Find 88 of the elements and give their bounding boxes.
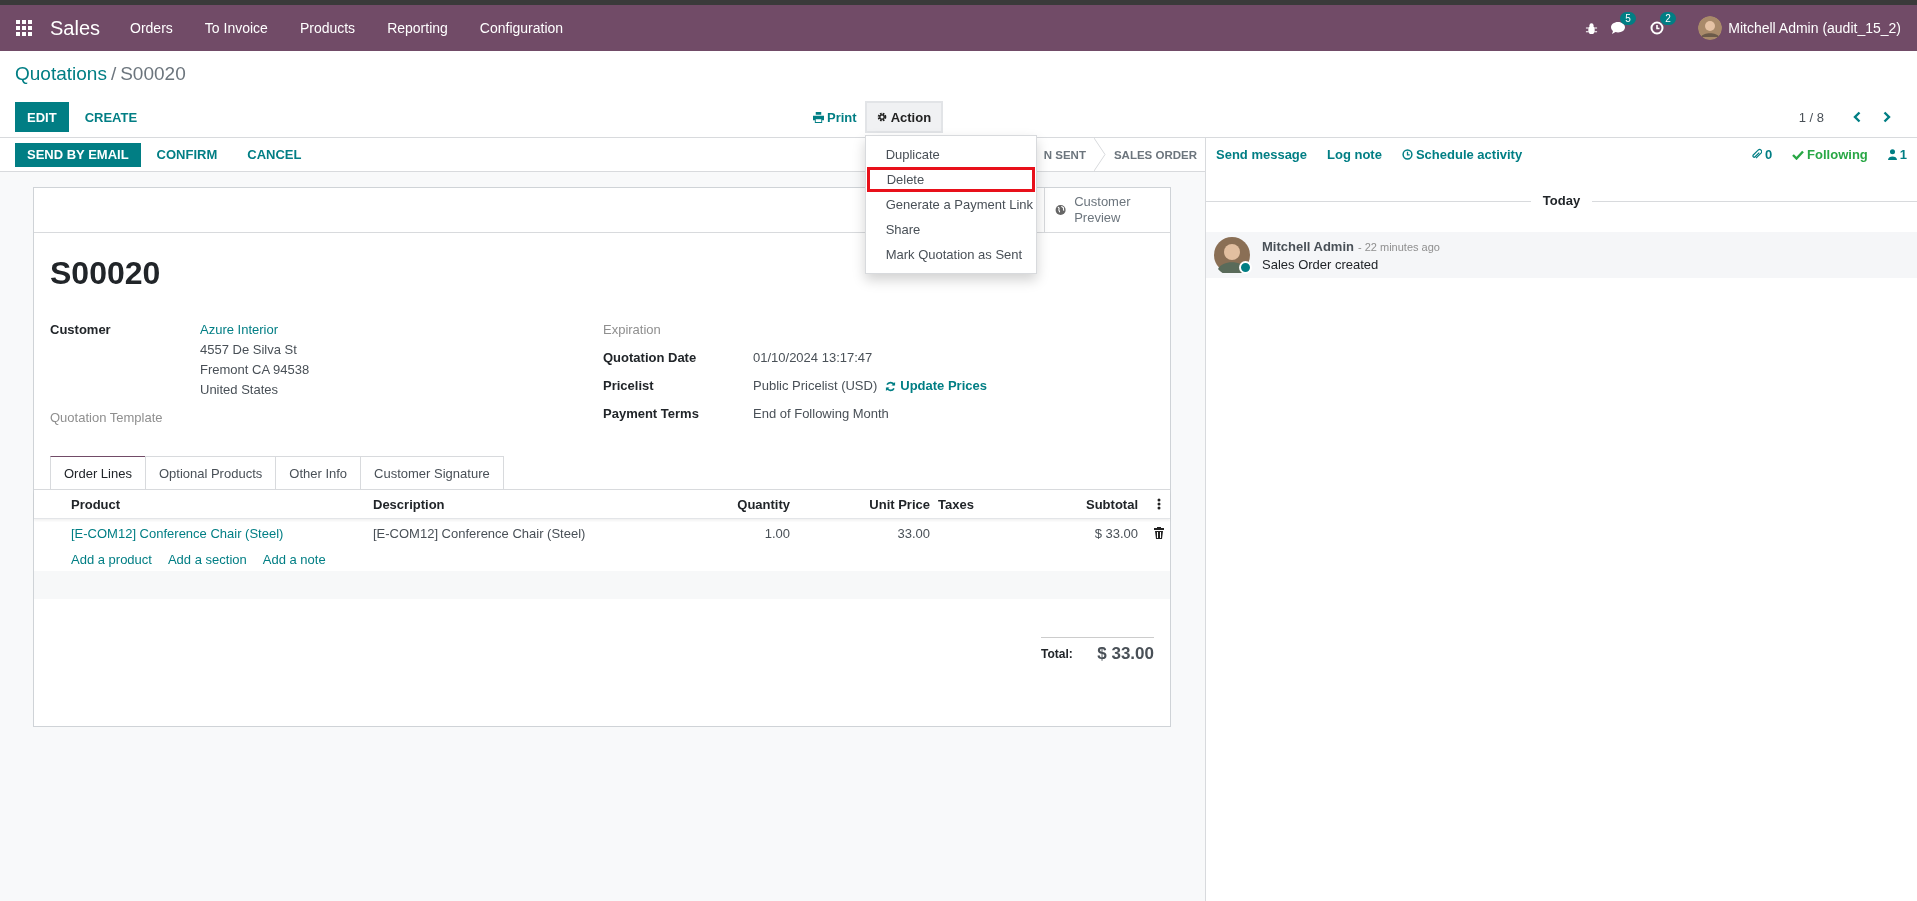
message-time: - 22 minutes ago xyxy=(1357,240,1440,253)
menu-item[interactable]: Products xyxy=(283,20,372,36)
field-label: Customer xyxy=(50,321,112,339)
column-header[interactable]: Subtotal xyxy=(1021,496,1146,512)
print-button[interactable]: Print xyxy=(813,109,857,125)
chat-icon[interactable] xyxy=(1610,21,1627,35)
table-cell-text: $ 33.00 xyxy=(1093,525,1139,541)
add-line-link[interactable]: Add a note xyxy=(262,551,326,567)
date-separator: Today xyxy=(1530,193,1593,209)
address-line: Fremont CA 94538 xyxy=(200,361,310,379)
clock-icon[interactable] xyxy=(1650,21,1665,35)
message-author: Mitchell Admin xyxy=(1262,238,1354,254)
dropdown-item[interactable]: Duplicate xyxy=(865,142,1036,167)
dropdown-item[interactable]: Delete xyxy=(866,167,1035,192)
check-icon xyxy=(1792,149,1805,160)
table-cell-text: 1.00 xyxy=(763,525,791,541)
menu-item[interactable]: Configuration xyxy=(463,20,580,36)
trash-icon[interactable] xyxy=(1154,527,1164,539)
apps-menu-icon[interactable] xyxy=(16,20,32,36)
user-icon xyxy=(1887,149,1897,160)
printer-icon xyxy=(813,111,824,123)
field-label: Quotation Template xyxy=(50,409,164,427)
followers-button[interactable]: 1 xyxy=(1887,147,1907,162)
field-value: End of Following Month xyxy=(753,405,889,423)
gear-icon xyxy=(876,112,887,122)
table-cell-text: 33.00 xyxy=(896,525,931,541)
menu-item[interactable]: Reporting xyxy=(371,20,464,36)
column-header[interactable]: Taxes xyxy=(938,496,1021,512)
notification-badge: 5 xyxy=(1620,12,1636,25)
field-label: Expiration xyxy=(603,321,662,339)
pager-value: 1 / 8 xyxy=(1798,109,1824,125)
stage-label[interactable]: N SENT xyxy=(1035,148,1094,161)
dropdown-item[interactable]: Share xyxy=(865,217,1036,242)
status-action-button[interactable]: SEND BY EMAIL xyxy=(15,142,141,167)
chatter-action[interactable]: Send message xyxy=(1216,147,1308,162)
status-action-button[interactable]: CONFIRM xyxy=(142,142,232,167)
clock-icon xyxy=(1401,149,1413,160)
breadcrumb-separator: / xyxy=(110,63,117,84)
total-value: $ 33.00 xyxy=(1097,644,1154,664)
notification-badge: 2 xyxy=(1660,12,1676,25)
add-line-link[interactable]: Add a product xyxy=(71,551,152,567)
customer-link[interactable]: Azure Interior xyxy=(200,320,310,340)
address-line: United States xyxy=(200,381,280,399)
avatar-icon xyxy=(1214,237,1250,273)
table-cell-text: [E-COM12] Conference Chair (Steel) xyxy=(71,525,285,541)
toolbar-button[interactable]: CREATE xyxy=(70,102,152,132)
breadcrumb-link[interactable]: Quotations xyxy=(15,63,107,84)
menu-item[interactable]: Orders xyxy=(114,20,189,36)
field-value: Public Pricelist (USD) xyxy=(753,377,878,395)
column-header[interactable]: Description xyxy=(373,496,681,512)
field-label: Quotation Date xyxy=(603,349,698,367)
attachments-button[interactable]: 0 xyxy=(1750,147,1773,162)
previous-icon[interactable] xyxy=(1852,111,1862,123)
toolbar-button[interactable]: EDIT xyxy=(15,102,69,132)
menu-item[interactable]: To Invoice xyxy=(188,20,284,36)
table-cell-text: [E-COM12] Conference Chair (Steel) xyxy=(373,525,587,541)
field-value: 01/10/2024 13:17:47 xyxy=(753,349,873,367)
dropdown-item[interactable]: Mark Quotation as Sent xyxy=(865,242,1036,267)
total-label: Total: xyxy=(1041,647,1073,661)
field-label: Pricelist xyxy=(603,377,655,395)
address-line: 4557 De Silva St xyxy=(200,341,298,359)
status-action-button[interactable]: CANCEL xyxy=(233,142,316,167)
bug-icon[interactable] xyxy=(1585,21,1599,35)
add-line-link[interactable]: Add a section xyxy=(167,551,247,567)
record-title: S00020 xyxy=(50,255,161,292)
refresh-icon xyxy=(885,380,897,392)
column-header[interactable]: Quantity xyxy=(681,496,798,512)
dropdown-item[interactable]: Generate a Payment Link xyxy=(865,192,1036,217)
column-header[interactable]: Unit Price xyxy=(798,496,938,512)
update-prices-link[interactable]: Update Prices xyxy=(885,376,987,396)
action-button[interactable]: Action xyxy=(864,101,944,133)
message-text: Sales Order created xyxy=(1262,256,1380,272)
breadcrumb-current: S00020 xyxy=(120,63,186,84)
online-status-icon xyxy=(1239,261,1252,274)
chatter-action[interactable]: Schedule activity xyxy=(1401,147,1523,162)
tab[interactable]: Order Lines xyxy=(50,456,146,489)
avatar-icon[interactable] xyxy=(1698,16,1723,40)
next-icon[interactable] xyxy=(1882,111,1892,123)
tab[interactable]: Customer Signature xyxy=(360,456,504,489)
paperclip-icon xyxy=(1750,148,1762,161)
smart-button[interactable]: Customer Preview xyxy=(1044,188,1170,232)
column-options-icon[interactable] xyxy=(1157,498,1161,510)
app-name[interactable]: Sales xyxy=(50,16,101,40)
column-header[interactable]: Product xyxy=(71,496,373,512)
chatter-action[interactable]: Log note xyxy=(1327,147,1382,162)
field-label: Payment Terms xyxy=(603,405,700,423)
user-name[interactable]: Mitchell Admin (audit_15_2) xyxy=(1728,20,1901,36)
stage-label[interactable]: SALES ORDER xyxy=(1105,148,1205,161)
